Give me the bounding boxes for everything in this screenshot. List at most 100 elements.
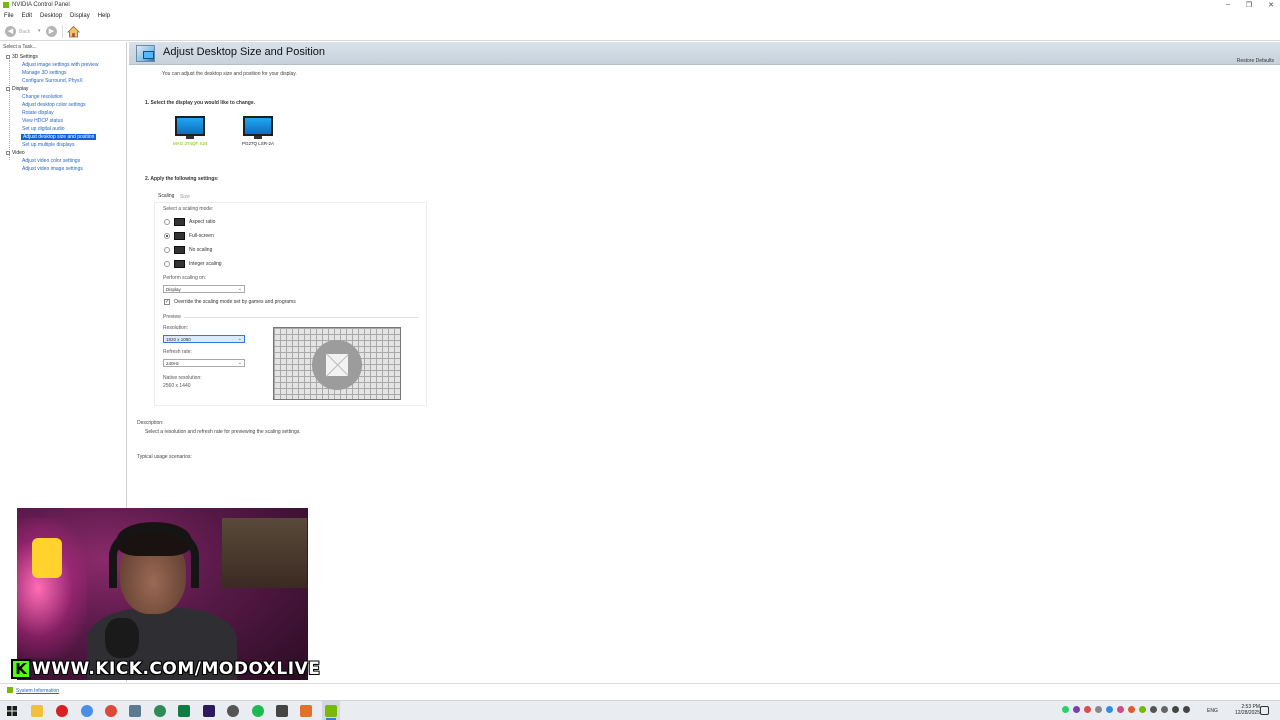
settings-gear-icon[interactable]: [227, 705, 239, 717]
tray-app-icon[interactable]: [1161, 706, 1168, 713]
tray-app-icon[interactable]: [1073, 706, 1080, 713]
status-bar: System Information: [0, 683, 1280, 700]
file-explorer-icon[interactable]: [31, 705, 43, 717]
tray-app-icon[interactable]: [1095, 706, 1102, 713]
close-button[interactable]: ✕: [1268, 1, 1274, 9]
sidebar-item-adjust-image-settings[interactable]: Adjust image settings with preview: [22, 62, 98, 68]
back-arrow-icon[interactable]: ◀: [5, 26, 16, 37]
restore-defaults-link[interactable]: Restore Defaults: [1237, 58, 1274, 64]
display-option-2[interactable]: PG27Q LSR-2A: [241, 116, 275, 146]
headset: [109, 524, 199, 588]
opera-icon[interactable]: [56, 705, 68, 717]
sidebar-item-desktop-size-position[interactable]: Adjust desktop size and position: [21, 134, 97, 140]
app-icon[interactable]: [129, 705, 141, 717]
tray-app-icon[interactable]: [1117, 706, 1124, 713]
scaling-preview: [273, 327, 401, 400]
premiere-icon[interactable]: [203, 705, 215, 717]
sidebar-item-manage-3d-settings[interactable]: Manage 3D settings: [22, 70, 66, 76]
description-text: Select a resolution and refresh rate for…: [145, 429, 301, 435]
radio-button[interactable]: [164, 247, 170, 253]
page-subtitle: You can adjust the desktop size and posi…: [162, 71, 297, 77]
tray-app-icon[interactable]: [1128, 706, 1135, 713]
chrome-icon[interactable]: [105, 705, 117, 717]
sidebar-item-digital-audio[interactable]: Set up digital audio: [22, 126, 65, 132]
scaling-mode-label: Select a scaling mode:: [163, 206, 214, 212]
step1-title: 1. Select the display you would like to …: [145, 100, 256, 106]
resolution-label: Resolution:: [163, 325, 189, 331]
home-icon[interactable]: [67, 25, 80, 38]
menu-help[interactable]: Help: [98, 13, 110, 19]
tree-category-video[interactable]: Video: [6, 150, 25, 156]
sidebar-item-desktop-color[interactable]: Adjust desktop color settings: [22, 102, 86, 108]
microphone: [105, 618, 139, 658]
app-icon[interactable]: [276, 705, 288, 717]
tab-size[interactable]: Size: [180, 194, 190, 200]
tree-category-3d-settings[interactable]: 3D Settings: [6, 54, 38, 60]
notification-icon[interactable]: [1260, 706, 1269, 715]
system-information-link[interactable]: System Information: [16, 688, 59, 694]
override-checkbox[interactable]: ✓: [164, 299, 170, 305]
display-option-1[interactable]: MAG 274QF X24: [173, 116, 208, 146]
override-scaling-checkbox-row[interactable]: ✓ Override the scaling mode set by games…: [164, 299, 296, 305]
radio-aspect-ratio[interactable]: Aspect ratio: [164, 218, 215, 226]
back-button-label[interactable]: Back: [19, 29, 30, 35]
spreadsheet-icon[interactable]: [178, 705, 190, 717]
start-icon[interactable]: [6, 705, 18, 717]
collapse-icon[interactable]: [6, 150, 10, 155]
sidebar-item-change-resolution[interactable]: Change resolution: [22, 94, 63, 100]
tray-app-icon[interactable]: [1139, 706, 1146, 713]
menu-display[interactable]: Display: [70, 13, 90, 19]
description-label: Description:: [137, 420, 164, 426]
native-resolution-label: Native resolution:: [163, 375, 202, 381]
desktop-size-icon: [136, 45, 155, 62]
radio-button-selected[interactable]: [164, 233, 170, 239]
menu-desktop[interactable]: Desktop: [40, 13, 62, 19]
clock[interactable]: 2:53 PM 12/28/2025: [1235, 704, 1260, 716]
network-icon[interactable]: [1172, 706, 1179, 713]
sidebar-item-video-color[interactable]: Adjust video color settings: [22, 158, 80, 164]
system-tray: [1062, 706, 1190, 713]
app-icon[interactable]: [154, 705, 166, 717]
radio-no-scaling[interactable]: No scaling: [164, 246, 212, 254]
sidebar-item-multiple-displays[interactable]: Set up multiple displays: [22, 142, 75, 148]
aspect-ratio-icon: [174, 218, 185, 226]
perform-scaling-select[interactable]: Display ⌄: [163, 285, 245, 293]
windows-taskbar: ENG 2:53 PM 12/28/2025: [0, 700, 1280, 720]
resolution-select[interactable]: 1920 x 1080 ⌄: [163, 335, 245, 343]
radio-full-screen[interactable]: Full-screen: [164, 232, 214, 240]
whatsapp-icon[interactable]: [1062, 706, 1069, 713]
sidebar-item-video-image[interactable]: Adjust video image settings: [22, 166, 83, 172]
language-indicator[interactable]: ENG: [1207, 708, 1218, 714]
forward-arrow-icon[interactable]: ▶: [46, 26, 57, 37]
back-history-dropdown[interactable]: ▾: [38, 28, 41, 34]
tree-category-display[interactable]: Display: [6, 86, 28, 92]
sidebar-item-configure-surround[interactable]: Configure Surround, PhysX: [22, 78, 83, 84]
sidebar-item-rotate-display[interactable]: Rotate display: [22, 110, 54, 116]
tray-app-icon[interactable]: [1106, 706, 1113, 713]
radio-button[interactable]: [164, 261, 170, 267]
radio-integer-scaling[interactable]: Integer scaling: [164, 260, 222, 268]
browser-icon[interactable]: [81, 705, 93, 717]
minimize-button[interactable]: –: [1226, 1, 1230, 9]
refresh-rate-select[interactable]: 240Hz ⌄: [163, 359, 245, 367]
collapse-icon[interactable]: [6, 86, 10, 91]
brave-icon[interactable]: [300, 705, 312, 717]
volume-icon[interactable]: [1183, 706, 1190, 713]
preview-label: Preview: [163, 314, 181, 320]
nvidia-icon[interactable]: [325, 705, 337, 717]
menu-file[interactable]: File: [4, 13, 14, 19]
tray-app-icon[interactable]: [1150, 706, 1157, 713]
maximize-button[interactable]: ❐: [1246, 1, 1252, 9]
radio-button[interactable]: [164, 219, 170, 225]
native-resolution-value: 2560 x 1440: [163, 383, 191, 389]
collapse-icon[interactable]: [6, 54, 10, 59]
sidebar-item-hdcp-status[interactable]: View HDCP status: [22, 118, 63, 124]
spotify-icon[interactable]: [252, 705, 264, 717]
kick-logo-icon: K: [11, 659, 31, 679]
menu-bar: File Edit Desktop Display Help: [0, 11, 1280, 21]
page-title: Adjust Desktop Size and Position: [163, 46, 326, 58]
tab-scaling[interactable]: Scaling: [158, 193, 174, 199]
tray-app-icon[interactable]: [1084, 706, 1091, 713]
display-name: MAG 274QF X24: [173, 141, 208, 146]
menu-edit[interactable]: Edit: [22, 13, 32, 19]
